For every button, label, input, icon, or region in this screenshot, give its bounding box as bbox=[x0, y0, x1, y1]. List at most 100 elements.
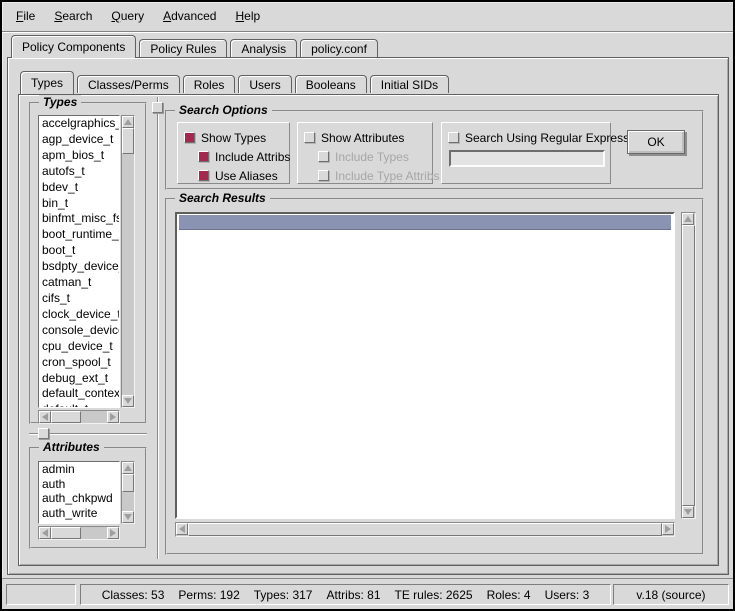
checkbox-show-attributes[interactable]: Show Attributes bbox=[304, 128, 426, 147]
scrollbar-trough[interactable] bbox=[81, 411, 107, 423]
checkbox-include-attribs[interactable]: Include Attribs bbox=[198, 147, 283, 166]
checkbox-label: Search Using Regular Expression bbox=[465, 131, 645, 145]
scrollbar-trough[interactable] bbox=[122, 154, 134, 395]
tab-booleans[interactable]: Booleans bbox=[295, 75, 367, 93]
list-item[interactable]: boot_runtime_t bbox=[39, 227, 119, 243]
status-stat: Classes: 53 bbox=[102, 588, 165, 602]
scroll-right-icon[interactable] bbox=[107, 527, 119, 539]
list-item[interactable]: accelgraphics_e bbox=[39, 116, 119, 132]
types-listbox[interactable]: accelgraphics_eagp_device_tapm_bios_taut… bbox=[38, 115, 120, 408]
tab-analysis[interactable]: Analysis bbox=[230, 39, 297, 57]
tab-types[interactable]: Types bbox=[20, 71, 74, 94]
attributes-listbox[interactable]: adminauthauth_chkpwdauth_write bbox=[38, 461, 120, 524]
main-notebook-page: TypesClasses/PermsRolesUsersBooleansInit… bbox=[7, 57, 729, 575]
scroll-right-icon[interactable] bbox=[107, 411, 119, 423]
sash-handle[interactable] bbox=[152, 102, 163, 113]
list-item[interactable]: default_context bbox=[39, 386, 119, 402]
checkbox-use-aliases[interactable]: Use Aliases bbox=[198, 166, 283, 185]
results-horizontal-scrollbar[interactable] bbox=[175, 522, 675, 537]
list-item[interactable]: apm_bios_t bbox=[39, 148, 119, 164]
main-tab-bar: Policy ComponentsPolicy RulesAnalysispol… bbox=[11, 34, 381, 58]
scroll-down-icon[interactable] bbox=[682, 506, 694, 518]
search-results-title: Search Results bbox=[175, 191, 270, 205]
menu-file[interactable]: File bbox=[14, 9, 37, 23]
search-results-text[interactable] bbox=[175, 212, 675, 519]
scrollbar-trough[interactable] bbox=[122, 492, 134, 511]
checkbox-show-types[interactable]: Show Types bbox=[184, 128, 283, 147]
tab-policy-rules[interactable]: Policy Rules bbox=[139, 39, 227, 57]
scroll-left-icon[interactable] bbox=[39, 411, 51, 423]
ok-button[interactable]: OK bbox=[627, 130, 685, 154]
menu-search[interactable]: Search bbox=[52, 9, 94, 23]
tab-policy-components[interactable]: Policy Components bbox=[11, 35, 136, 58]
search-results-frame: Search Results bbox=[165, 198, 704, 555]
sash-handle[interactable] bbox=[38, 428, 49, 439]
list-item[interactable]: admin bbox=[39, 462, 119, 477]
checkbox-indicator-icon bbox=[304, 132, 315, 143]
attributes-vertical-scrollbar[interactable] bbox=[121, 461, 135, 524]
list-item[interactable]: cifs_t bbox=[39, 291, 119, 307]
tab-policy-conf[interactable]: policy.conf bbox=[300, 39, 378, 57]
menubar-separator bbox=[2, 31, 733, 33]
list-item[interactable]: binfmt_misc_fs bbox=[39, 211, 119, 227]
menu-query[interactable]: Query bbox=[109, 9, 146, 23]
checkbox-regex[interactable]: Search Using Regular Expression bbox=[448, 128, 604, 147]
types-attributes-sash[interactable] bbox=[29, 427, 147, 441]
checkbox-indicator-icon bbox=[198, 151, 209, 162]
types-frame-title: Types bbox=[39, 95, 81, 109]
list-item[interactable]: catman_t bbox=[39, 275, 119, 291]
list-item[interactable]: auth bbox=[39, 477, 119, 492]
scroll-up-icon[interactable] bbox=[122, 462, 134, 474]
list-item[interactable]: autofs_t bbox=[39, 164, 119, 180]
list-item[interactable]: bin_t bbox=[39, 196, 119, 212]
components-notebook-page: Types accelgraphics_eagp_device_tapm_bio… bbox=[18, 94, 719, 566]
list-item[interactable]: cpu_device_t bbox=[39, 339, 119, 355]
types-vertical-scrollbar[interactable] bbox=[121, 115, 135, 408]
components-tab-bar: TypesClasses/PermsRolesUsersBooleansInit… bbox=[20, 69, 452, 94]
results-vertical-scrollbar[interactable] bbox=[681, 212, 696, 519]
list-item[interactable]: clock_device_t bbox=[39, 307, 119, 323]
list-item[interactable]: auth_chkpwd bbox=[39, 491, 119, 506]
list-item[interactable]: boot_t bbox=[39, 243, 119, 259]
menu-help[interactable]: Help bbox=[233, 9, 262, 23]
scroll-down-icon[interactable] bbox=[122, 395, 134, 407]
scrollbar-thumb[interactable] bbox=[122, 474, 134, 492]
scroll-up-icon[interactable] bbox=[682, 213, 694, 225]
panes-sash[interactable] bbox=[151, 97, 165, 559]
status-stat: Roles: 4 bbox=[487, 588, 531, 602]
scroll-down-icon[interactable] bbox=[122, 511, 134, 523]
list-item[interactable]: console_device bbox=[39, 323, 119, 339]
list-item[interactable]: bdev_t bbox=[39, 180, 119, 196]
tab-classes-perms[interactable]: Classes/Perms bbox=[77, 75, 180, 93]
attributes-frame-title: Attributes bbox=[39, 440, 104, 454]
scroll-left-icon[interactable] bbox=[176, 523, 188, 535]
checkbox-include-types[interactable]: Include Types bbox=[318, 147, 426, 166]
scrollbar-thumb[interactable] bbox=[51, 411, 81, 423]
scroll-right-icon[interactable] bbox=[662, 523, 674, 535]
types-frame: Types accelgraphics_eagp_device_tapm_bio… bbox=[29, 102, 147, 424]
scrollbar-thumb[interactable] bbox=[122, 128, 134, 154]
list-item[interactable]: cron_spool_t bbox=[39, 355, 119, 371]
scroll-left-icon[interactable] bbox=[39, 527, 51, 539]
list-item[interactable]: agp_device_t bbox=[39, 132, 119, 148]
scrollbar-thumb[interactable] bbox=[51, 527, 81, 539]
checkbox-label: Include Type Attribs bbox=[335, 169, 440, 183]
attributes-horizontal-scrollbar[interactable] bbox=[38, 526, 120, 540]
list-item[interactable]: default_t bbox=[39, 402, 119, 408]
list-item[interactable]: debug_ext_t bbox=[39, 371, 119, 387]
scrollbar-trough[interactable] bbox=[81, 527, 107, 539]
tab-initial-sids[interactable]: Initial SIDs bbox=[370, 75, 449, 93]
search-options-frame: Search Options Show Types Include Attrib… bbox=[165, 110, 704, 190]
scrollbar-thumb[interactable] bbox=[188, 523, 662, 536]
types-horizontal-scrollbar[interactable] bbox=[38, 410, 120, 424]
regex-input[interactable] bbox=[449, 150, 605, 167]
scrollbar-thumb[interactable] bbox=[682, 225, 695, 506]
tab-roles[interactable]: Roles bbox=[183, 75, 236, 93]
checkbox-label: Include Attribs bbox=[215, 150, 290, 164]
checkbox-include-type-attribs[interactable]: Include Type Attribs bbox=[318, 166, 426, 185]
list-item[interactable]: bsdpty_device_ bbox=[39, 259, 119, 275]
menu-advanced[interactable]: Advanced bbox=[161, 9, 218, 23]
list-item[interactable]: auth_write bbox=[39, 506, 119, 521]
tab-users[interactable]: Users bbox=[238, 75, 291, 93]
scroll-up-icon[interactable] bbox=[122, 116, 134, 128]
